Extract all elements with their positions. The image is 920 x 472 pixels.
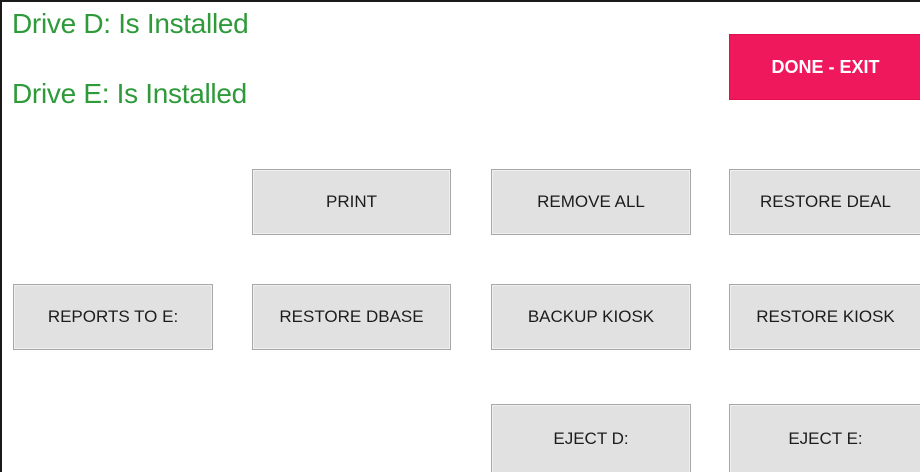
restore-kiosk-button[interactable]: RESTORE KIOSK xyxy=(729,284,920,350)
backup-kiosk-button[interactable]: BACKUP KIOSK xyxy=(491,284,691,350)
remove-all-button[interactable]: REMOVE ALL xyxy=(491,169,691,235)
print-button[interactable]: PRINT xyxy=(252,169,451,235)
eject-d-button[interactable]: EJECT D: xyxy=(491,404,691,472)
drive-d-status: Drive D: Is Installed xyxy=(12,8,249,39)
restore-dbase-button[interactable]: RESTORE DBASE xyxy=(252,284,451,350)
drive-e-status: Drive E: Is Installed xyxy=(12,78,247,109)
done-exit-button[interactable]: DONE - EXIT xyxy=(729,34,920,100)
drive-utility-window: Drive D: Is Installed Drive E: Is Instal… xyxy=(0,0,920,472)
eject-e-button[interactable]: EJECT E: xyxy=(729,404,920,472)
restore-deal-button[interactable]: RESTORE DEAL xyxy=(729,169,920,235)
reports-to-e-button[interactable]: REPORTS TO E: xyxy=(13,284,213,350)
